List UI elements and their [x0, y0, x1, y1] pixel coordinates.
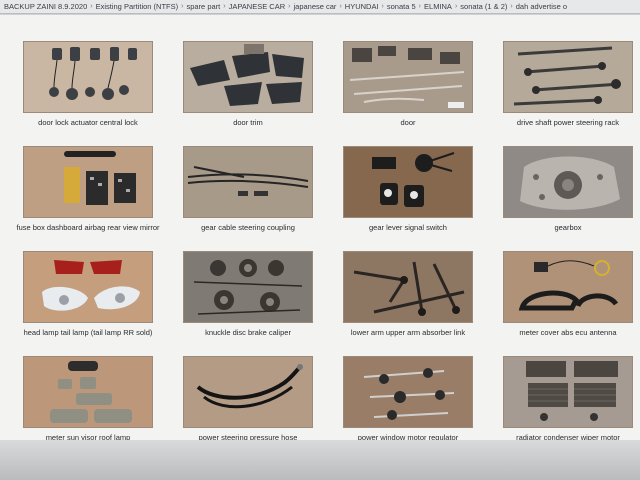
chevron-right-icon: ›	[510, 3, 513, 10]
tile-caption: gear cable steering coupling	[201, 223, 295, 232]
folder-tile[interactable]: drive shaft power steering rack	[492, 41, 640, 138]
breadcrumb-item[interactable]: HYUNDAI	[345, 2, 379, 11]
door-lock-actuator-photo[interactable]	[23, 41, 153, 113]
folder-tile[interactable]: radiator condenser wiper motor	[492, 356, 640, 453]
monitor-bezel-edge	[0, 440, 640, 480]
chevron-right-icon: ›	[339, 3, 342, 10]
breadcrumb: BACKUP ZAINI 8.9.2020 › Existing Partitio…	[0, 0, 640, 14]
chevron-right-icon: ›	[181, 3, 184, 10]
breadcrumb-item[interactable]: sonata 5	[387, 2, 416, 11]
chevron-right-icon: ›	[223, 3, 226, 10]
tile-caption: door lock actuator central lock	[38, 118, 138, 127]
gear-cable-photo[interactable]	[183, 146, 313, 218]
chevron-right-icon: ›	[90, 3, 93, 10]
gearbox-photo[interactable]	[503, 146, 633, 218]
breadcrumb-item[interactable]: BACKUP ZAINI 8.9.2020	[4, 2, 87, 11]
breadcrumb-item[interactable]: JAPANESE CAR	[229, 2, 286, 11]
tile-caption: door	[400, 118, 416, 127]
tile-caption: door trim	[233, 118, 263, 127]
folder-tile[interactable]: knuckle disc brake caliper	[172, 251, 324, 348]
breadcrumb-item[interactable]: ELMINA	[424, 2, 452, 11]
folder-tile[interactable]: door lock actuator central lock	[12, 41, 164, 138]
tile-caption: meter cover abs ecu antenna	[519, 328, 617, 337]
folder-tile[interactable]: lower arm upper arm absorber link	[332, 251, 484, 348]
brake-caliper-photo[interactable]	[183, 251, 313, 323]
tile-caption: gearbox	[554, 223, 582, 232]
breadcrumb-item[interactable]: Existing Partition (NTFS)	[96, 2, 179, 11]
file-view-panel: door lock actuator central lock door tri…	[0, 15, 640, 442]
thumbnail-grid: door lock actuator central lock door tri…	[12, 41, 633, 453]
folder-tile[interactable]: meter cover abs ecu antenna	[492, 251, 640, 348]
folder-tile[interactable]: door trim	[172, 41, 324, 138]
breadcrumb-item[interactable]: spare part	[186, 2, 220, 11]
folder-tile[interactable]: meter sun visor roof lamp	[12, 356, 164, 453]
breadcrumb-item[interactable]: sonata (1 & 2)	[460, 2, 507, 11]
folder-tile[interactable]: gearbox	[492, 146, 640, 243]
head-lamp-photo[interactable]	[23, 251, 153, 323]
radiator-photo[interactable]	[503, 356, 633, 428]
meter-cover-photo[interactable]	[503, 251, 633, 323]
door-trim-photo[interactable]	[183, 41, 313, 113]
breadcrumb-item[interactable]: dah advertise o	[516, 2, 567, 11]
folder-tile[interactable]: power steering pressure hose	[172, 356, 324, 453]
sun-visor-photo[interactable]	[23, 356, 153, 428]
lower-arm-photo[interactable]	[343, 251, 473, 323]
tile-caption: fuse box dashboard airbag rear view mirr…	[16, 223, 160, 232]
pressure-hose-photo[interactable]	[183, 356, 313, 428]
fuse-box-photo[interactable]	[23, 146, 153, 218]
door-photo[interactable]	[343, 41, 473, 113]
tile-caption: gear lever signal switch	[369, 223, 447, 232]
folder-tile[interactable]: power window motor regulator	[332, 356, 484, 453]
tile-caption: drive shaft power steering rack	[516, 118, 620, 127]
gear-lever-photo[interactable]	[343, 146, 473, 218]
folder-tile[interactable]: door	[332, 41, 484, 138]
breadcrumb-item[interactable]: japanese car	[293, 2, 336, 11]
tile-caption: lower arm upper arm absorber link	[350, 328, 466, 337]
folder-tile[interactable]: fuse box dashboard airbag rear view mirr…	[12, 146, 164, 243]
folder-tile[interactable]: head lamp tail lamp (tail lamp RR sold)	[12, 251, 164, 348]
folder-tile[interactable]: gear lever signal switch	[332, 146, 484, 243]
chevron-right-icon: ›	[418, 3, 422, 10]
chevron-right-icon: ›	[288, 3, 291, 10]
tile-caption: knuckle disc brake caliper	[205, 328, 291, 337]
drive-shaft-photo[interactable]	[503, 41, 633, 113]
tile-caption: head lamp tail lamp (tail lamp RR sold)	[23, 328, 153, 337]
chevron-right-icon: ›	[381, 3, 384, 10]
chevron-right-icon: ›	[454, 3, 458, 10]
window-motor-photo[interactable]	[343, 356, 473, 428]
folder-tile[interactable]: gear cable steering coupling	[172, 146, 324, 243]
